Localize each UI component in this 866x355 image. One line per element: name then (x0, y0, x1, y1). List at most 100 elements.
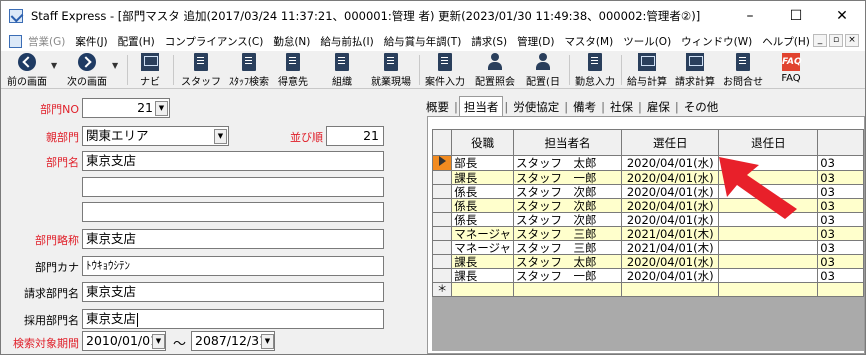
back-history-dropdown[interactable]: ▼ (51, 61, 57, 70)
cell-role[interactable]: 係長 (451, 184, 514, 199)
col-header-start-date[interactable]: 選任日 (620, 129, 720, 156)
period-from-dropdown-button[interactable]: ▼ (152, 334, 165, 349)
faq-button[interactable]: FAQ FAQ (777, 53, 805, 87)
cell-start-date[interactable]: 2020/04/01(水) (620, 198, 720, 213)
new-row-cell[interactable] (620, 282, 720, 297)
new-row-cell[interactable] (718, 282, 819, 297)
client-button[interactable]: 得意先 (275, 53, 311, 88)
site-button[interactable]: 就業現場 (367, 53, 415, 88)
table-row[interactable]: 課長 スタッフ 一郎 2020/04/01(水) 03 (432, 268, 864, 283)
dept-no-dropdown-button[interactable]: ▼ (155, 101, 168, 116)
payroll-calc-button[interactable]: 給与計算 (625, 53, 669, 88)
menu-tools[interactable]: ツール(O) (623, 34, 671, 49)
maximize-button[interactable]: ☐ (773, 1, 819, 31)
forward-history-dropdown[interactable]: ▼ (112, 61, 118, 70)
cell-start-date[interactable]: 2021/04/01(木) (620, 226, 720, 241)
table-row[interactable]: マネージャ スタッフ 三郎 2021/04/01(木) 03 (432, 226, 864, 241)
cell-end-date[interactable] (718, 254, 819, 269)
row-indicator[interactable] (432, 212, 453, 227)
nav-button[interactable]: ナビ (135, 53, 165, 88)
tab-overview[interactable]: 概要 (422, 99, 453, 115)
billing-calc-button[interactable]: 請求計算 (673, 53, 717, 88)
cell-extra[interactable]: 03 (817, 198, 864, 213)
row-indicator[interactable] (432, 170, 453, 185)
menu-compliance[interactable]: コンプライアンス(C) (165, 34, 264, 49)
cell-extra[interactable]: 03 (817, 155, 864, 171)
cell-start-date[interactable]: 2020/04/01(水) (620, 184, 720, 199)
cell-role[interactable]: マネージャ (451, 240, 514, 255)
case-input-button[interactable]: 案件入力 (423, 53, 467, 88)
hiring-dept-field[interactable]: 東京支店 (82, 309, 384, 329)
period-to-dropdown-button[interactable]: ▼ (261, 334, 274, 349)
cell-start-date[interactable]: 2020/04/01(水) (620, 170, 720, 185)
menu-billing[interactable]: 請求(S) (471, 34, 507, 49)
cell-name[interactable]: スタッフ 一郎 (512, 170, 622, 185)
dept-name-line2-field[interactable] (82, 177, 384, 197)
tab-notes[interactable]: 備考 (569, 99, 600, 115)
cell-name[interactable]: スタッフ 次郎 (512, 212, 622, 227)
staff-search-button[interactable]: ｽﾀｯﾌ検索 (227, 53, 271, 88)
new-row-cell[interactable] (512, 282, 622, 297)
row-indicator[interactable] (432, 184, 453, 199)
cell-name[interactable]: スタッフ 三郎 (512, 240, 622, 255)
cell-end-date[interactable] (718, 226, 819, 241)
cell-extra[interactable]: 03 (817, 226, 864, 241)
dept-name-line3-field[interactable] (82, 202, 384, 222)
menu-case[interactable]: 案件(J) (75, 34, 107, 49)
row-indicator[interactable] (432, 254, 453, 269)
cell-role[interactable]: 課長 (451, 268, 514, 283)
col-header-name[interactable]: 担当者名 (512, 129, 622, 156)
table-row[interactable]: マネージャ スタッフ 三郎 2021/04/01(木) 03 (432, 240, 864, 255)
new-row[interactable]: ＊ (432, 282, 864, 297)
cell-end-date[interactable] (718, 268, 819, 283)
mdi-minimize-button[interactable]: _ (813, 34, 827, 47)
placement-inquiry-button[interactable]: 配置照会 (473, 53, 517, 88)
cell-extra[interactable]: 03 (817, 212, 864, 227)
row-indicator[interactable] (432, 240, 453, 255)
cell-start-date[interactable]: 2020/04/01(水) (620, 268, 720, 283)
cell-role[interactable]: 課長 (451, 254, 514, 269)
cell-name[interactable]: スタッフ 次郎 (512, 198, 622, 213)
tab-person-in-charge[interactable]: 担当者 (458, 96, 504, 117)
tab-labor-agreement[interactable]: 労使協定 (509, 99, 563, 115)
org-button[interactable]: 組織 (327, 53, 357, 88)
menu-window[interactable]: ウィンドウ(W) (681, 34, 752, 49)
row-indicator[interactable] (432, 226, 453, 241)
cell-extra[interactable]: 03 (817, 254, 864, 269)
cell-extra[interactable]: 03 (817, 240, 864, 255)
mdi-close-button[interactable]: × (845, 34, 859, 47)
cell-name[interactable]: スタッフ 一郎 (512, 268, 622, 283)
menu-attendance[interactable]: 勤怠(N) (273, 34, 310, 49)
cell-start-date[interactable]: 2020/04/01(水) (620, 155, 720, 171)
contact-button[interactable]: お問合せ (721, 53, 765, 88)
mdi-system-icon[interactable] (9, 34, 22, 48)
parent-dept-dropdown-button[interactable]: ▼ (214, 129, 227, 144)
cell-role[interactable]: 課長 (451, 170, 514, 185)
cell-extra[interactable]: 03 (817, 268, 864, 283)
back-button[interactable]: 前の画面 (5, 53, 49, 88)
staff-button[interactable]: スタッフ (181, 53, 221, 88)
col-header-extra[interactable] (817, 129, 864, 156)
forward-button[interactable]: 次の画面 (65, 53, 109, 88)
tab-social-insurance[interactable]: 社保 (606, 99, 637, 115)
menu-sales[interactable]: 営業(G) (28, 34, 65, 49)
cell-extra[interactable]: 03 (817, 184, 864, 199)
menu-help[interactable]: ヘルプ(H) (762, 34, 810, 49)
cell-start-date[interactable]: 2020/04/01(水) (620, 212, 720, 227)
table-row[interactable]: 課長 スタッフ 太郎 2020/04/01(水) 03 (432, 254, 864, 269)
menu-admin[interactable]: 管理(D) (517, 34, 554, 49)
close-button[interactable]: ✕ (819, 1, 865, 31)
row-indicator[interactable] (432, 198, 453, 213)
cell-role[interactable]: 係長 (451, 198, 514, 213)
dept-name-field[interactable]: 東京支店 (82, 151, 384, 171)
attendance-input-button[interactable]: 勤怠入力 (573, 53, 617, 88)
menu-placement[interactable]: 配置(H) (118, 34, 155, 49)
order-field[interactable]: 21 (326, 126, 384, 146)
row-indicator[interactable] (432, 268, 453, 283)
cell-start-date[interactable]: 2021/04/01(木) (620, 240, 720, 255)
cell-role[interactable]: 部長 (451, 155, 514, 171)
new-row-cell[interactable] (817, 282, 864, 297)
menu-payroll[interactable]: 給与賞与年調(T) (384, 34, 462, 49)
cell-name[interactable]: スタッフ 次郎 (512, 184, 622, 199)
cell-role[interactable]: マネージャ (451, 226, 514, 241)
